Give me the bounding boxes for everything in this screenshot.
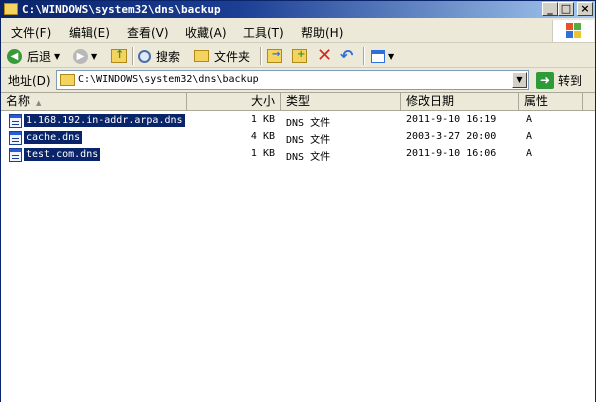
views-dropdown-icon[interactable]: ▼ [388, 52, 394, 61]
list-bottom-edge [1, 398, 595, 402]
file-type: DNS 文件 [286, 152, 331, 163]
column-modified[interactable]: 修改日期 [401, 93, 519, 111]
list-header: 名称 ▲ 大小 类型 修改日期 属性 [1, 93, 595, 111]
back-label: 后退 [27, 49, 52, 64]
copy-to-button[interactable]: + [292, 47, 307, 65]
sort-ascending-icon: ▲ [36, 99, 42, 107]
move-to-icon: → [267, 49, 282, 63]
column-size[interactable]: 大小 [187, 93, 281, 111]
go-arrow-icon: ➜ [536, 71, 554, 89]
file-name-cell: cache.dns [9, 129, 83, 146]
window-title: C:\WINDOWS\system32\dns\backup [22, 3, 221, 16]
column-attributes[interactable]: 属性 [519, 93, 583, 111]
menu-help[interactable]: 帮助(H) [301, 24, 343, 41]
close-button[interactable]: × [577, 2, 593, 16]
up-folder-icon: ↑ [111, 48, 127, 63]
address-bar: 地址(D) C:\WINDOWS\system32\dns\backup ▼ ➜… [1, 69, 595, 91]
file-name-cell: test.com.dns [9, 146, 101, 163]
file-modified: 2011-9-10 16:19 [406, 114, 497, 125]
table-row[interactable]: 1.168.192.in-addr.arpa.dns 1 KB DNS 文件 2… [1, 112, 595, 129]
menu-view[interactable]: 查看(V) [127, 24, 169, 41]
forward-arrow-icon: ▶ [73, 48, 88, 64]
back-button[interactable]: ◀ 后退 ▼ [7, 47, 60, 65]
views-icon [371, 49, 385, 63]
address-path: C:\WINDOWS\system32\dns\backup [78, 74, 259, 85]
toolbar-separator [132, 47, 134, 65]
title-bar[interactable]: C:\WINDOWS\system32\dns\backup _ □ × [1, 1, 595, 18]
folders-icon [194, 50, 209, 62]
delete-icon: ✕ [317, 45, 333, 66]
file-attributes: A [526, 148, 533, 159]
file-attributes: A [526, 131, 533, 142]
folder-icon [4, 3, 18, 15]
go-label: 转到 [558, 73, 583, 88]
column-name-label: 名称 [6, 94, 31, 108]
menu-file[interactable]: 文件(F) [11, 24, 51, 41]
file-type: DNS 文件 [286, 118, 331, 129]
dns-file-icon [9, 113, 22, 128]
folders-button[interactable]: 文件夹 [194, 47, 250, 65]
file-name: test.com.dns [24, 148, 101, 161]
file-list[interactable]: 名称 ▲ 大小 类型 修改日期 属性 1.168.192.in-addr.arpa… [1, 92, 595, 402]
maximize-button[interactable]: □ [558, 2, 574, 16]
undo-button[interactable]: ↶ [340, 47, 353, 65]
forward-button[interactable]: ▶ ▼ [73, 47, 97, 65]
file-name-cell: 1.168.192.in-addr.arpa.dns [9, 112, 185, 129]
file-attributes: A [526, 114, 533, 125]
file-type: DNS 文件 [286, 135, 331, 146]
file-name: cache.dns [24, 131, 83, 144]
dns-file-icon [9, 147, 22, 162]
delete-button[interactable]: ✕ [317, 47, 332, 65]
file-size: 1 KB [250, 148, 275, 159]
move-to-button[interactable]: → [267, 47, 282, 65]
menu-bar: 文件(F) 编辑(E) 查看(V) 收藏(A) 工具(T) 帮助(H) [1, 19, 595, 43]
table-row[interactable]: test.com.dns 1 KB DNS 文件 2011-9-10 16:06… [1, 146, 595, 163]
file-name: 1.168.192.in-addr.arpa.dns [24, 114, 185, 127]
menu-edit[interactable]: 编辑(E) [69, 24, 110, 41]
windows-flag-icon [566, 23, 582, 39]
windows-logo [552, 20, 594, 42]
back-arrow-icon: ◀ [7, 48, 22, 64]
address-label: 地址(D) [8, 74, 51, 88]
search-label: 搜索 [156, 49, 181, 64]
toolbar-separator [363, 47, 365, 65]
folders-label: 文件夹 [214, 49, 251, 64]
back-dropdown-icon[interactable]: ▼ [54, 52, 60, 61]
file-modified: 2011-9-10 16:06 [406, 148, 497, 159]
toolbar-separator [260, 47, 262, 65]
search-icon [138, 49, 151, 63]
file-modified: 2003-3-27 20:00 [406, 131, 497, 142]
menu-tools[interactable]: 工具(T) [243, 24, 284, 41]
go-button[interactable]: ➜ 转到 [536, 70, 582, 90]
folder-icon [60, 74, 75, 86]
search-button[interactable]: 搜索 [138, 47, 180, 65]
file-size: 1 KB [250, 114, 275, 125]
file-size: 4 KB [250, 131, 275, 142]
table-row[interactable]: cache.dns 4 KB DNS 文件 2003-3-27 20:00 A [1, 129, 595, 146]
column-name[interactable]: 名称 ▲ [1, 93, 187, 111]
copy-to-icon: + [292, 49, 307, 63]
forward-dropdown-icon[interactable]: ▼ [91, 52, 97, 61]
toolbar: ◀ 后退 ▼ ▶ ▼ ↑ 搜索 文件夹 → + ✕ ↶ ▼ [1, 44, 595, 68]
dns-file-icon [9, 130, 22, 145]
up-button[interactable]: ↑ [111, 47, 127, 65]
explorer-window: C:\WINDOWS\system32\dns\backup _ □ × 文件(… [0, 0, 596, 402]
address-input[interactable]: C:\WINDOWS\system32\dns\backup ▼ [56, 70, 529, 90]
column-type[interactable]: 类型 [281, 93, 401, 111]
minimize-button[interactable]: _ [542, 2, 558, 16]
undo-icon: ↶ [340, 46, 354, 65]
address-dropdown-icon[interactable]: ▼ [512, 72, 527, 88]
views-button[interactable]: ▼ [371, 47, 394, 65]
menu-favorites[interactable]: 收藏(A) [185, 24, 227, 41]
